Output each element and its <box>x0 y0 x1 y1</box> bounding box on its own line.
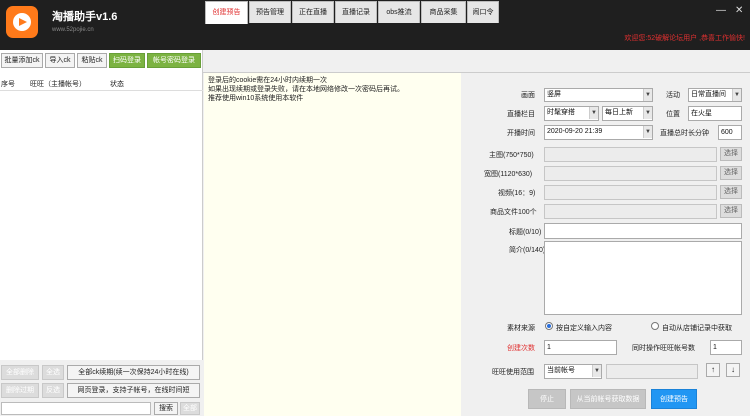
wide-image-select-button[interactable]: 选择 <box>720 166 742 180</box>
chevron-down-icon: ▼ <box>643 89 652 101</box>
app-title: 淘播助手v1.6 <box>52 11 118 23</box>
concurrent-label: 同时操作旺旺帐号数 <box>632 345 695 352</box>
tab-obs-stream[interactable]: obs推流 <box>378 1 420 23</box>
video-path[interactable] <box>544 185 717 200</box>
column-value: 时髦穿搭 <box>547 109 575 116</box>
start-time-value: 2020-09-20 21:39 <box>547 128 603 135</box>
import-ck-button[interactable]: 导入ck <box>45 53 75 68</box>
create-preview-button[interactable]: 创建预告 <box>651 389 697 409</box>
source-store-label[interactable]: 自动从店铺记录中获取 <box>662 323 732 333</box>
column-sub-value: 每日上新 <box>605 109 633 116</box>
screen-label: 画面 <box>521 92 535 99</box>
location-label: 位置 <box>666 111 680 118</box>
video-select-button[interactable]: 选择 <box>720 185 742 199</box>
main-image-path[interactable] <box>544 147 717 162</box>
ww-range-value: 当前帐号 <box>547 367 575 374</box>
renew-all-ck-button[interactable]: 全部ck续期(续一次保持24小时在线) <box>67 365 200 380</box>
tab-live-history[interactable]: 直播记录 <box>335 1 377 23</box>
ww-range-label: 旺旺使用范围 <box>492 369 534 376</box>
app-logo-icon <box>6 6 38 38</box>
log-line: 推荐使用win10系统使用本软件 <box>208 95 304 102</box>
activity-value: 日常直播间 <box>691 91 726 98</box>
duration-label: 直播总时长分钟 <box>660 130 709 137</box>
concurrent-input[interactable]: 1 <box>710 340 742 355</box>
screen-select[interactable]: 竖屏 ▼ <box>544 88 653 102</box>
move-up-button[interactable]: ↑ <box>706 363 720 377</box>
tab-password-command[interactable]: 闹口令 <box>467 1 499 23</box>
web-login-button[interactable]: 网页登录，支持子帐号，在线时间短 <box>67 383 200 398</box>
product-file-select-button[interactable]: 选择 <box>720 204 742 218</box>
main-image-label: 主图(750*750) <box>489 152 534 159</box>
product-file-label: 商品文件100个 <box>490 209 537 216</box>
password-login-button[interactable]: 帐号密码登录 <box>147 53 201 68</box>
log-line: 登录后的cookie需在24小时内续期一次 <box>208 77 328 84</box>
chevron-down-icon: ▼ <box>589 107 598 119</box>
welcome-message: 欢迎您:52破解论坛用户 ,恭喜工作愉快! <box>624 35 745 42</box>
activity-label: 活动 <box>666 92 680 99</box>
tab-product-collect[interactable]: 商品采集 <box>421 1 466 23</box>
product-file-path[interactable] <box>544 204 717 219</box>
tab-preview-manage[interactable]: 预告管理 <box>249 1 291 23</box>
wide-image-path[interactable] <box>544 166 717 181</box>
search-button[interactable]: 搜索 <box>154 402 178 415</box>
start-time-picker[interactable]: 2020-09-20 21:39 ▼ <box>544 125 653 140</box>
video-label: 视频(16：9) <box>498 190 536 197</box>
move-down-button[interactable]: ↓ <box>726 363 740 377</box>
chevron-down-icon: ▼ <box>732 89 741 101</box>
ww-range-select[interactable]: 当前帐号 ▼ <box>544 364 602 379</box>
source-label: 素材来源 <box>507 325 535 332</box>
create-count-label: 创建次数 <box>507 345 535 352</box>
wide-image-label: 宽图(1120*630) <box>484 171 533 178</box>
all-button[interactable]: 全部 <box>180 402 200 415</box>
chevron-down-icon: ▼ <box>592 365 601 377</box>
delete-all-button[interactable]: 全部删除 <box>1 365 39 380</box>
invert-select-button[interactable]: 反选 <box>42 383 64 398</box>
intro-textarea[interactable] <box>544 241 742 315</box>
column-header-status[interactable]: 状态 <box>110 79 124 89</box>
column-sub-select[interactable]: 每日上新 ▼ <box>602 106 653 121</box>
main-image-select-button[interactable]: 选择 <box>720 147 742 161</box>
location-input[interactable]: 在火星 <box>688 106 742 121</box>
column-select[interactable]: 时髦穿搭 ▼ <box>544 106 599 121</box>
close-icon[interactable]: ✕ <box>735 5 743 16</box>
screen-value: 竖屏 <box>547 91 561 98</box>
title-label: 标题(0/10) <box>509 229 542 236</box>
column-label: 直播栏目 <box>507 111 535 118</box>
column-header-index[interactable]: 序号 <box>1 79 15 89</box>
column-header-wangwang[interactable]: 旺旺（主播帐号） <box>30 79 86 89</box>
app-subtitle: www.52pojie.cn <box>52 27 94 33</box>
delete-expired-button[interactable]: 删除过期 <box>1 383 39 398</box>
start-time-label: 开播时间 <box>507 130 535 137</box>
activity-select[interactable]: 日常直播间 ▼ <box>688 88 742 102</box>
log-line: 如果出现续期或登录失败，请在本地网络修改一次密码后再试。 <box>208 86 404 93</box>
source-custom-radio[interactable] <box>545 322 553 330</box>
tab-create-preview[interactable]: 创建预告 <box>205 1 248 24</box>
source-custom-label[interactable]: 按自定义输入内容 <box>556 323 612 333</box>
stop-button[interactable]: 停止 <box>528 389 566 409</box>
ww-range-field[interactable] <box>606 364 698 379</box>
fetch-data-button[interactable]: 从当前帐号获取数据 <box>570 389 646 409</box>
batch-add-ck-button[interactable]: 批量添加ck <box>1 53 43 68</box>
search-input[interactable] <box>1 402 151 415</box>
chevron-down-icon: ▼ <box>643 107 652 119</box>
scan-login-button[interactable]: 扫码登录 <box>109 53 145 68</box>
title-input[interactable] <box>544 223 742 239</box>
source-store-radio[interactable] <box>651 322 659 330</box>
calendar-icon: ▼ <box>643 126 652 138</box>
select-all-button[interactable]: 全选 <box>42 365 64 380</box>
paste-ck-button[interactable]: 粘贴ck <box>77 53 107 68</box>
duration-input[interactable]: 600 <box>718 125 742 140</box>
tab-bar <box>203 50 750 73</box>
header-divider <box>0 90 203 91</box>
tab-live-now[interactable]: 正在直播 <box>292 1 334 23</box>
log-panel: 登录后的cookie需在24小时内续期一次 如果出现续期或登录失败，请在本地网络… <box>204 73 461 416</box>
intro-label: 简介(0/140) <box>509 247 546 254</box>
minimize-icon[interactable]: — <box>716 5 726 16</box>
create-count-input[interactable]: 1 <box>544 340 617 355</box>
